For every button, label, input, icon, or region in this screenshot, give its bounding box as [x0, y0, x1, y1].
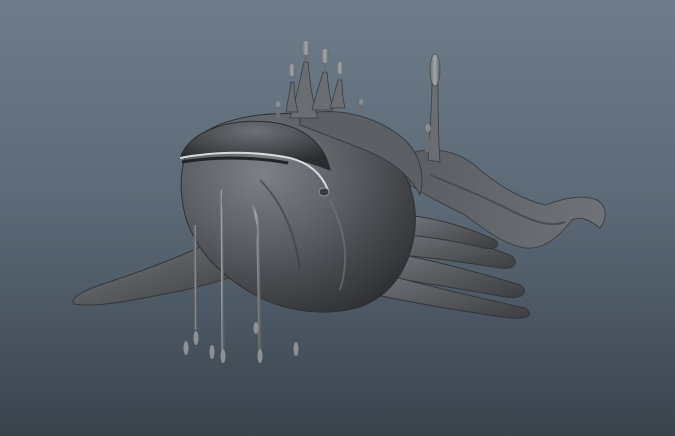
3d-viewport[interactable] [0, 0, 675, 436]
creature-eye [318, 187, 330, 197]
scene-canvas[interactable] [0, 0, 675, 436]
